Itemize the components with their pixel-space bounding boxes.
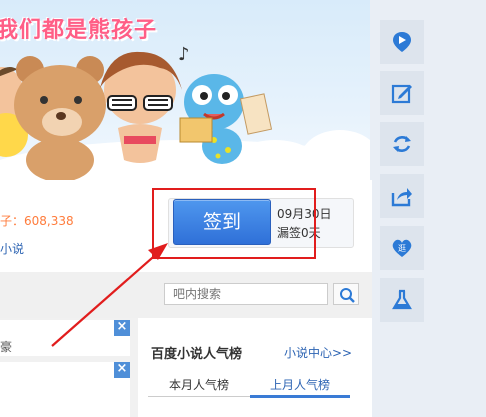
- favorite-button[interactable]: 逛: [380, 226, 424, 270]
- share-button[interactable]: [380, 174, 424, 218]
- rank-title: 百度小说人气榜: [151, 347, 243, 362]
- edit-icon: [391, 84, 412, 104]
- close-icon: ×: [116, 319, 128, 334]
- novel-rank-panel: 百度小说人气榜 小说中心>> 本月人气榜 上月人气榜: [138, 318, 372, 417]
- search-bar: [0, 272, 372, 319]
- right-tool-rail: 逛: [370, 0, 486, 417]
- svg-text:♪: ♪: [178, 44, 190, 65]
- active-tab-indicator: [250, 395, 350, 398]
- svg-text:逛: 逛: [398, 243, 406, 253]
- novel-link[interactable]: 小说: [0, 240, 24, 257]
- tab-this-month[interactable]: 本月人气榜: [169, 376, 229, 393]
- map-pin-icon: [393, 32, 411, 52]
- flask-icon: [392, 289, 412, 310]
- search-button[interactable]: [333, 283, 359, 305]
- search-input[interactable]: [164, 283, 328, 305]
- write-post-button[interactable]: [380, 71, 424, 115]
- heart-icon: 逛: [392, 239, 412, 257]
- novel-center-link[interactable]: 小说中心>>: [284, 344, 352, 361]
- search-icon: [340, 288, 355, 303]
- refresh-icon: [393, 136, 411, 152]
- lab-button[interactable]: [380, 278, 424, 322]
- refresh-button[interactable]: [380, 122, 424, 166]
- share-icon: [391, 188, 412, 207]
- highlight-box: [152, 188, 316, 259]
- content-area: 豪 × × 百度小说人气榜 小说中心>> 本月人气榜 上月人气榜: [0, 318, 372, 417]
- post-card[interactable]: ×: [0, 361, 130, 417]
- post-snippet: 豪: [0, 340, 13, 354]
- cartoon-characters: ♪: [0, 44, 273, 180]
- close-button[interactable]: ×: [114, 319, 130, 336]
- member-count: 子：608,338: [0, 214, 74, 228]
- forum-banner: 我们都是熊孩子 ♪: [0, 0, 370, 180]
- map-button[interactable]: [380, 20, 424, 64]
- close-button[interactable]: ×: [114, 361, 130, 378]
- post-card[interactable]: 豪 ×: [0, 319, 130, 356]
- close-icon: ×: [116, 361, 128, 376]
- tab-last-month[interactable]: 上月人气榜: [270, 376, 330, 393]
